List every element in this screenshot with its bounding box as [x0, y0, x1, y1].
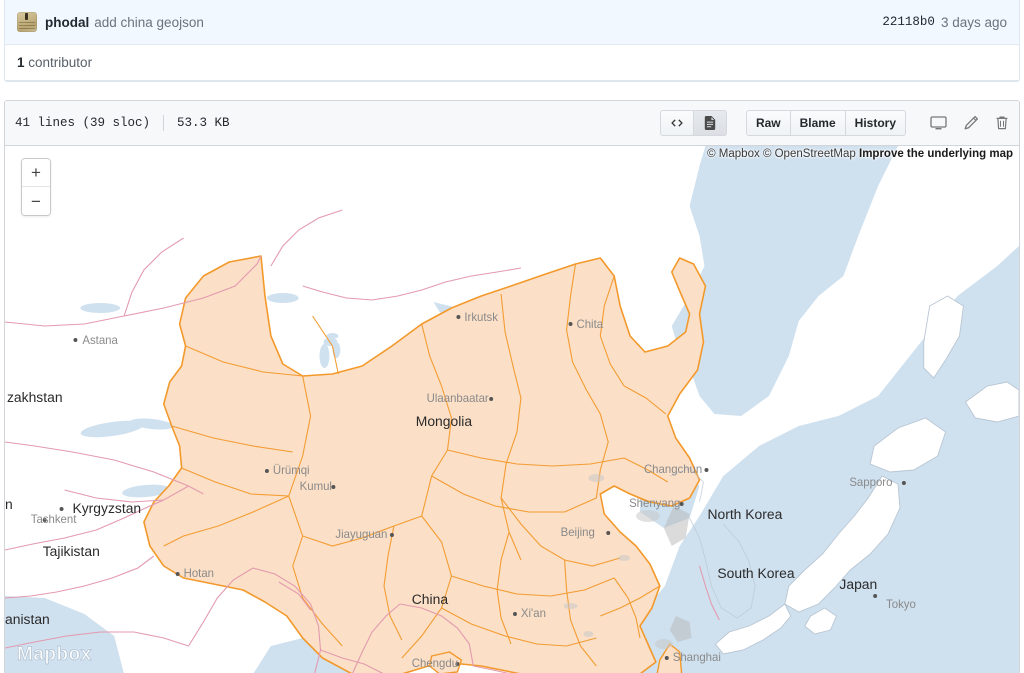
- delete-file-button[interactable]: [995, 115, 1009, 131]
- document-icon: [704, 116, 716, 130]
- file-info: 41 lines (39 sloc) 53.3 KB: [15, 115, 230, 131]
- user-avatar[interactable]: [17, 12, 37, 32]
- meta-divider: [163, 115, 165, 131]
- view-toggle-group: [659, 110, 727, 136]
- commit-author[interactable]: phodal: [45, 15, 89, 30]
- github-file-page: phodal add china geojson 22118b0 3 days …: [0, 0, 1024, 673]
- contributors-row[interactable]: 1 contributor: [5, 45, 1019, 81]
- zoom-out-button[interactable]: −: [22, 187, 50, 215]
- attribution-osm[interactable]: © OpenStreetMap: [763, 148, 856, 160]
- commit-sha[interactable]: 22118b0: [882, 15, 935, 29]
- attribution-mapbox[interactable]: © Mapbox: [707, 148, 760, 160]
- file-blob-box: 41 lines (39 sloc) 53.3 KB Raw Blame His…: [4, 100, 1020, 673]
- zoom-in-button[interactable]: +: [22, 159, 50, 187]
- raw-button[interactable]: Raw: [745, 110, 791, 136]
- commit-message[interactable]: add china geojson: [94, 15, 204, 30]
- file-icon-actions: [916, 115, 1009, 131]
- latest-commit-row: phodal add china geojson 22118b0 3 days …: [5, 0, 1019, 45]
- attribution-improve-link[interactable]: Improve the underlying map: [859, 148, 1013, 160]
- trash-icon: [996, 116, 1008, 130]
- code-view-button[interactable]: [659, 110, 694, 136]
- contributors-label: contributor: [28, 55, 93, 70]
- file-action-buttons: Raw Blame History: [659, 110, 1009, 136]
- desktop-icon: [930, 116, 947, 130]
- contributors-count: 1: [17, 55, 25, 70]
- map-canvas[interactable]: [5, 146, 1019, 673]
- file-toolbar: 41 lines (39 sloc) 53.3 KB Raw Blame His…: [5, 101, 1019, 146]
- open-desktop-button[interactable]: [930, 115, 947, 131]
- commit-time: 3 days ago: [940, 14, 1007, 30]
- code-icon: [671, 119, 683, 127]
- mapbox-logo[interactable]: Mapbox: [17, 644, 92, 666]
- commit-header: phodal add china geojson 22118b0 3 days …: [4, 0, 1020, 82]
- map-zoom-controls: + −: [21, 158, 51, 216]
- blame-button[interactable]: Blame: [790, 110, 846, 136]
- pencil-icon: [964, 115, 979, 130]
- blob-view-button[interactable]: [693, 110, 727, 136]
- file-line-count: 41 lines (39 sloc): [15, 116, 151, 130]
- map-viewport[interactable]: zakhstan Mongolia Kyrgyzstan Tajikistan Chin…: [5, 146, 1019, 673]
- file-size: 53.3 KB: [177, 116, 230, 130]
- raw-blame-history-group: Raw Blame History: [745, 110, 906, 136]
- history-button[interactable]: History: [845, 110, 906, 136]
- edit-file-button[interactable]: [963, 115, 979, 131]
- commit-meta: 22118b0 3 days ago: [882, 15, 1007, 30]
- map-attribution: © Mapbox © OpenStreetMap Improve the und…: [707, 148, 1013, 160]
